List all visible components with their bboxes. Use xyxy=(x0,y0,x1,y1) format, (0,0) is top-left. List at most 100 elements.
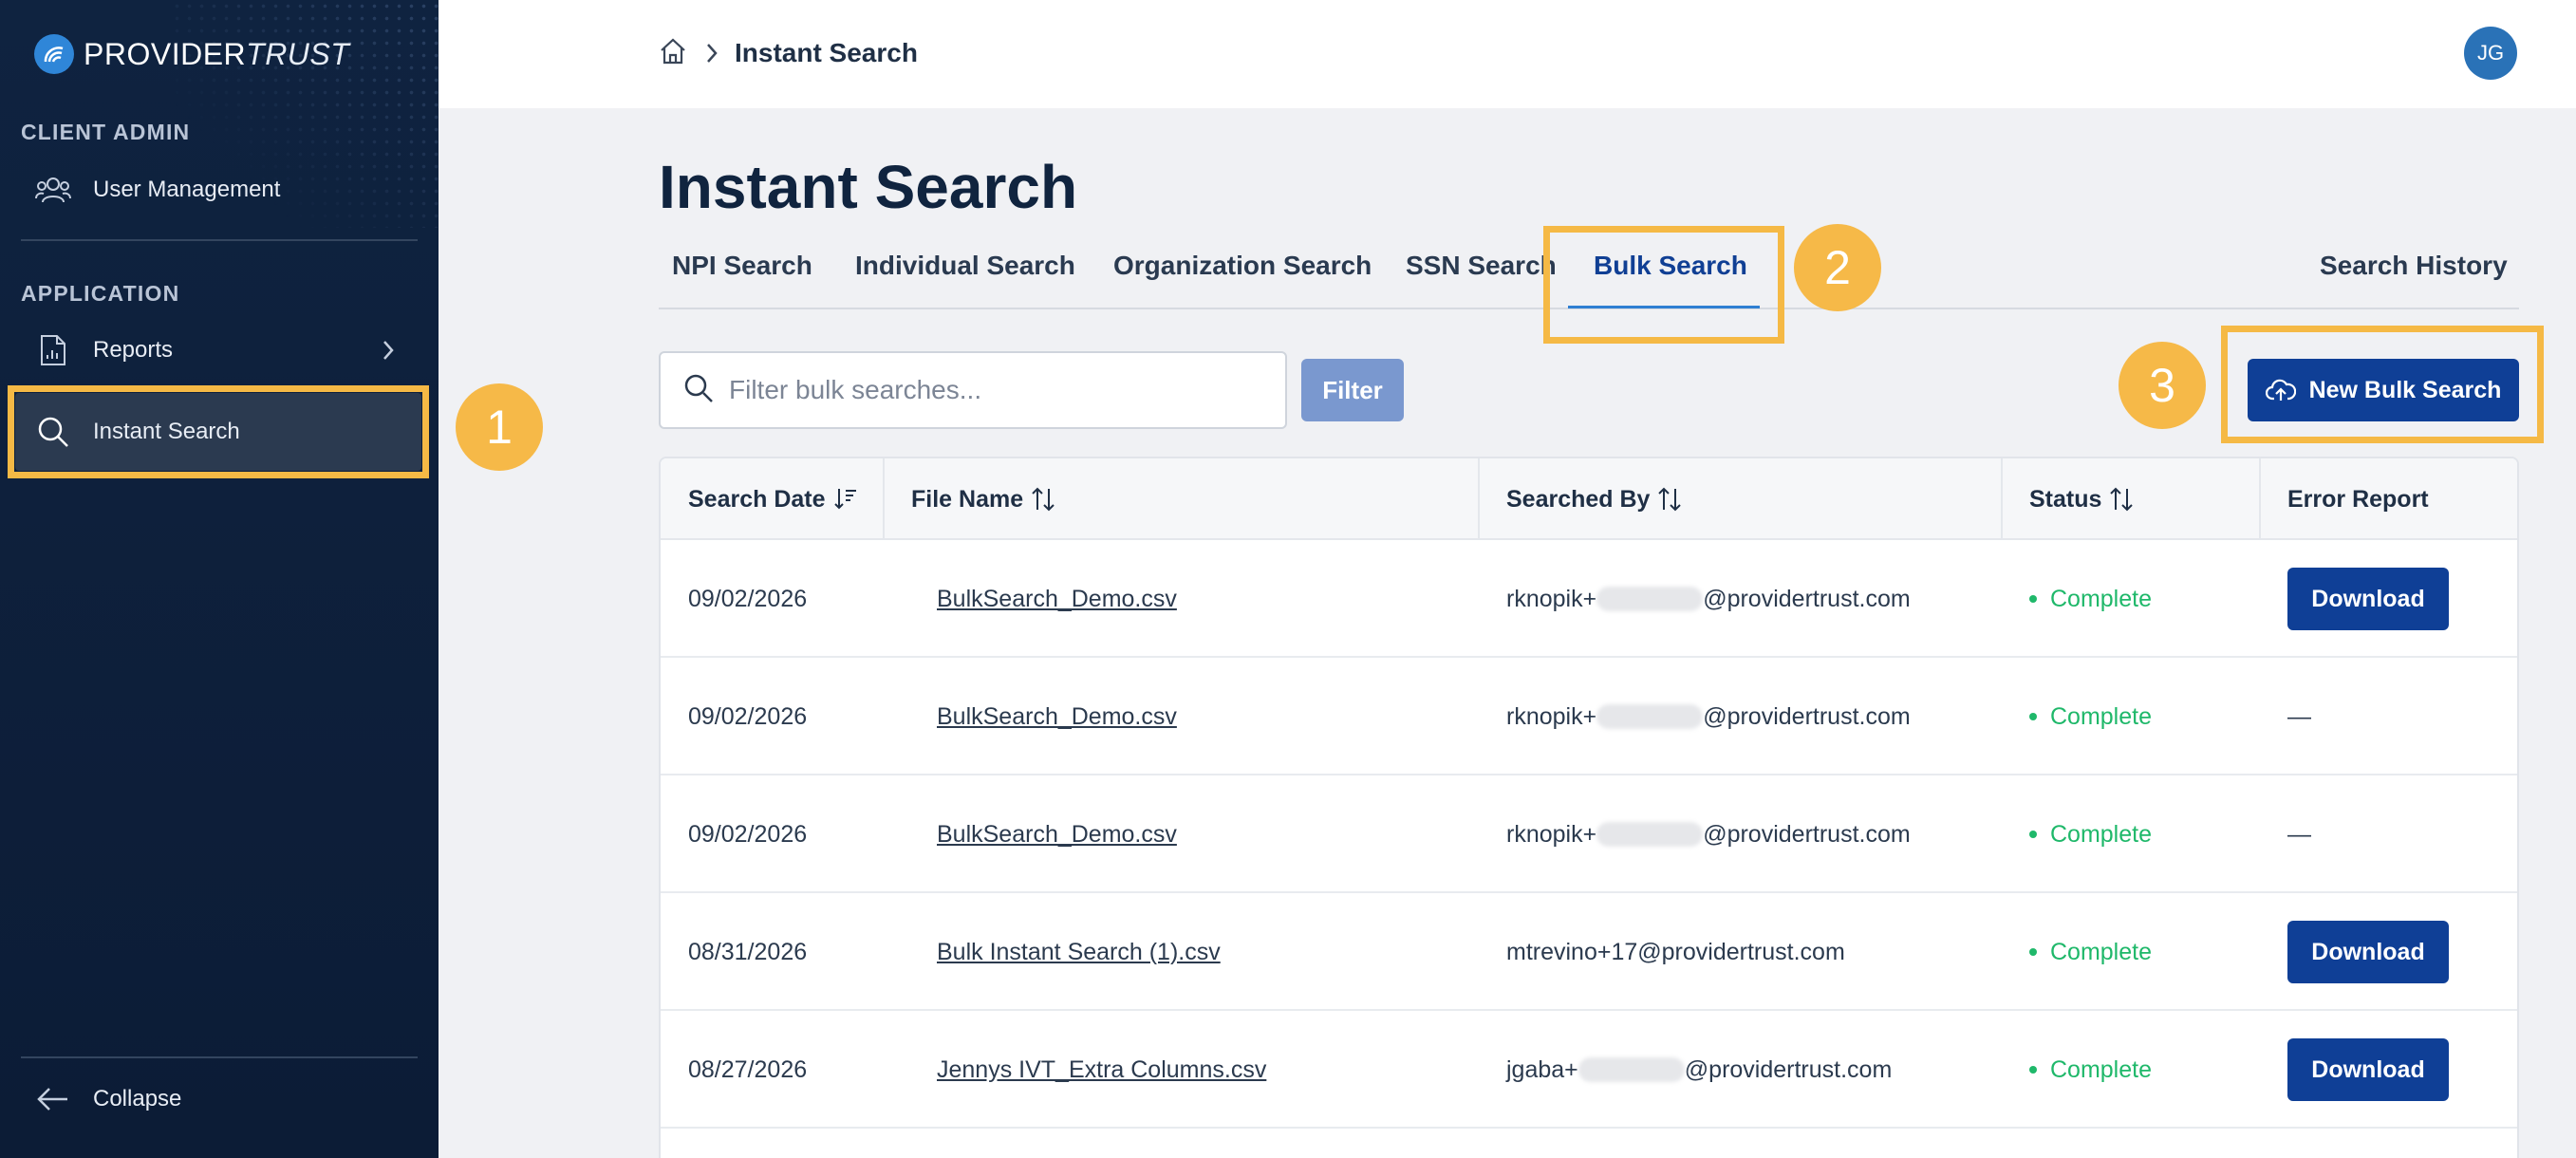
sidebar-item-label: Collapse xyxy=(93,1086,182,1111)
avatar[interactable]: JG xyxy=(2464,27,2517,80)
redacted-text xyxy=(1596,822,1704,847)
filter-input[interactable] xyxy=(729,375,1260,405)
download-button[interactable]: Download xyxy=(2287,1038,2449,1101)
filter-button[interactable]: Filter xyxy=(1301,359,1404,421)
top-bar: Instant Search JG xyxy=(439,0,2576,108)
client-admin-section-label: CLIENT ADMIN xyxy=(21,120,191,144)
search-history-link[interactable]: Search History xyxy=(2320,251,2508,281)
redacted-text xyxy=(1596,704,1704,729)
chevron-right-icon xyxy=(706,43,718,64)
brand-wordmark: PROVIDERTRUST xyxy=(84,36,350,71)
searched-by-prefix: rknopik+ xyxy=(1506,702,1597,730)
cell-search-date: 08/27/2026 xyxy=(688,1055,808,1083)
cell-searched-by: rknopik+ @providertrust.com xyxy=(1506,540,1911,658)
column-header-label: Searched By xyxy=(1506,485,1651,513)
sort-icon xyxy=(1031,486,1055,513)
searched-by-suffix: @providertrust.com xyxy=(1684,1055,1893,1083)
cell-search-date: 09/02/2026 xyxy=(688,585,808,612)
redacted-text xyxy=(1577,1057,1685,1082)
users-icon xyxy=(34,171,72,209)
searched-by-suffix: @providertrust.com xyxy=(1703,820,1911,848)
providertrust-logo-icon xyxy=(34,34,74,74)
download-button[interactable]: Download xyxy=(2287,921,2449,983)
cell-status: Complete xyxy=(2029,893,2152,1011)
file-name-link[interactable]: BulkSearch_Demo.csv xyxy=(937,821,1177,849)
tab-npi-search[interactable]: NPI Search xyxy=(672,251,812,281)
tab-ssn-search[interactable]: SSN Search xyxy=(1406,251,1557,281)
cell-status: Complete xyxy=(2029,1011,2152,1129)
cell-error-report-empty: — xyxy=(2287,820,2311,848)
searched-by-prefix: rknopik+ xyxy=(1506,585,1597,612)
column-divider xyxy=(1478,458,1480,540)
sidebar-item-reports[interactable]: Reports xyxy=(21,320,420,381)
sidebar-item-label: User Management xyxy=(93,177,281,202)
breadcrumb: Instant Search xyxy=(659,30,918,76)
sidebar-item-label: Reports xyxy=(93,337,174,363)
cell-search-date: 08/31/2026 xyxy=(688,938,808,965)
highlight-box-1 xyxy=(8,385,429,478)
table-header: Search Date File Name Searched By Status… xyxy=(661,458,2517,540)
column-header-label: Status xyxy=(2029,485,2102,513)
step-badge-3: 3 xyxy=(2119,342,2206,429)
searched-by-prefix: rknopik+ xyxy=(1506,820,1597,848)
report-icon xyxy=(34,331,72,369)
filter-search-box[interactable] xyxy=(659,351,1287,429)
home-icon[interactable] xyxy=(659,37,687,70)
cell-search-date: 09/02/2026 xyxy=(688,702,808,730)
breadcrumb-current: Instant Search xyxy=(735,38,918,67)
status-label: Complete xyxy=(2050,702,2152,730)
cell-status: Complete xyxy=(2029,658,2152,775)
column-header-error-report: Error Report xyxy=(2287,458,2429,540)
column-divider xyxy=(2001,458,2003,540)
table-row: 08/31/2026 Bulk Instant Search (1).csv m… xyxy=(661,893,2517,1011)
download-button[interactable]: Download xyxy=(2287,568,2449,630)
table-row: 09/02/2026 BulkSearch_Demo.csv rknopik+ @… xyxy=(661,658,2517,775)
status-dot-icon xyxy=(2029,948,2037,956)
status-label: Complete xyxy=(2050,938,2152,965)
search-icon xyxy=(683,373,714,408)
status-dot-icon xyxy=(2029,1066,2037,1074)
sort-icon xyxy=(2109,486,2134,513)
arrow-left-icon xyxy=(34,1080,72,1118)
sidebar: PROVIDERTRUST CLIENT ADMIN User Manageme… xyxy=(0,0,439,1158)
cell-error-report-empty: — xyxy=(2287,702,2311,730)
sidebar-item-user-management[interactable]: User Management xyxy=(21,159,420,220)
table-row: 09/02/2026 BulkSearch_Demo.csv rknopik+ @… xyxy=(661,540,2517,658)
application-section-label: APPLICATION xyxy=(21,281,180,306)
tab-individual-search[interactable]: Individual Search xyxy=(855,251,1075,281)
collapse-button[interactable]: Collapse xyxy=(21,1069,420,1130)
sidebar-divider-bottom xyxy=(21,1056,418,1058)
cell-searched-by: mtrevino+17@providertrust.com xyxy=(1506,938,1845,965)
redacted-text xyxy=(1596,587,1704,611)
column-divider xyxy=(883,458,885,540)
column-header-label: File Name xyxy=(911,485,1024,513)
column-header-label: Search Date xyxy=(688,485,826,513)
file-name-link[interactable]: Jennys IVT_Extra Columns.csv xyxy=(937,1056,1266,1084)
cell-status: Complete xyxy=(2029,540,2152,658)
page-title: Instant Search xyxy=(659,153,1078,221)
cell-searched-by: jgaba+ @providertrust.com xyxy=(1506,1011,1892,1129)
new-bulk-search-button[interactable]: New Bulk Search xyxy=(2248,359,2519,421)
searched-by-suffix: @providertrust.com xyxy=(1703,585,1911,612)
chevron-right-icon xyxy=(382,339,395,368)
column-divider xyxy=(2259,458,2261,540)
tab-organization-search[interactable]: Organization Search xyxy=(1113,251,1372,281)
step-badge-2: 2 xyxy=(1794,224,1881,311)
file-name-link[interactable]: BulkSearch_Demo.csv xyxy=(937,586,1177,613)
highlight-box-2 xyxy=(1543,226,1784,344)
step-badge-1: 1 xyxy=(456,383,543,471)
cell-searched-by: rknopik+ @providertrust.com xyxy=(1506,658,1911,775)
column-header-searched-by[interactable]: Searched By xyxy=(1506,458,1682,540)
file-name-link[interactable]: Bulk Instant Search (1).csv xyxy=(937,939,1221,966)
cell-searched-by: rknopik+ @providertrust.com xyxy=(1506,775,1911,893)
file-name-link[interactable]: BulkSearch_Demo.csv xyxy=(937,703,1177,731)
brand-logo[interactable]: PROVIDERTRUST xyxy=(34,32,349,76)
cloud-upload-icon xyxy=(2265,378,2296,402)
table-row: 08/27/2026 Jennys IVT_Extra Columns.csv … xyxy=(661,1011,2517,1129)
sort-descending-icon xyxy=(833,487,858,512)
column-header-status[interactable]: Status xyxy=(2029,458,2134,540)
status-label: Complete xyxy=(2050,585,2152,612)
column-header-search-date[interactable]: Search Date xyxy=(688,458,858,540)
column-header-file-name[interactable]: File Name xyxy=(911,458,1055,540)
cell-status: Complete xyxy=(2029,775,2152,893)
